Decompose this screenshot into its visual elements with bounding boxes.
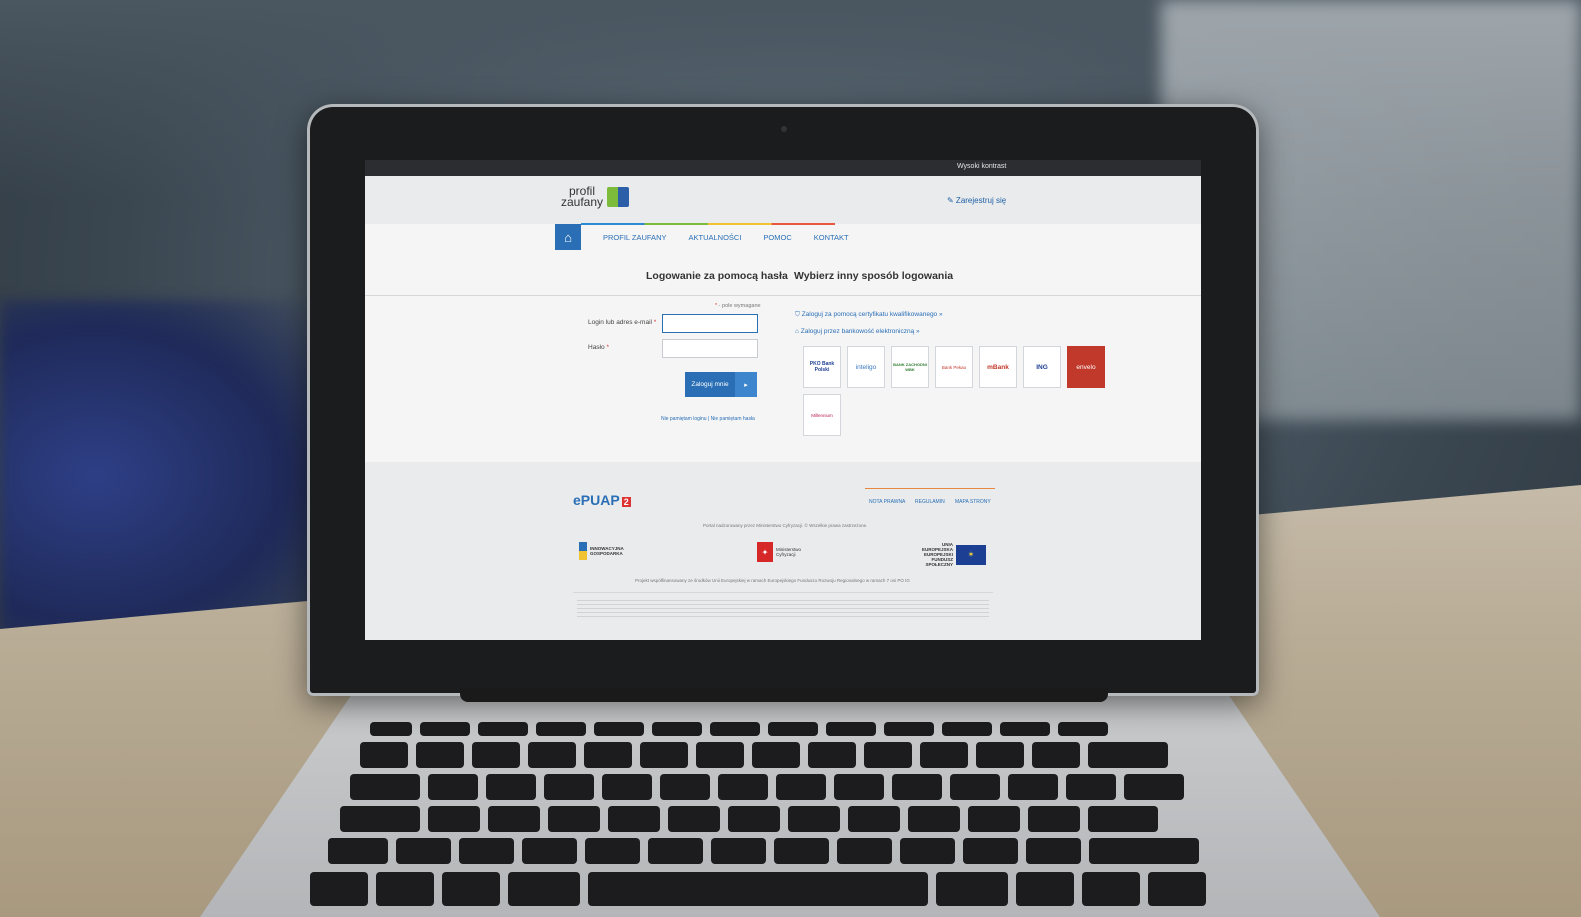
footer-link-nota-prawna[interactable]: NOTA PRAWNA bbox=[869, 499, 905, 505]
login-title: Logowanie za pomocą hasła bbox=[646, 270, 788, 282]
certificate-login-link[interactable]: ⛉ Zaloguj za pomocą certyfikatu kwalifik… bbox=[795, 311, 943, 319]
keyboard bbox=[300, 712, 1290, 917]
bank-icon: ⌂ bbox=[795, 328, 799, 335]
eagle-icon: ✦ bbox=[757, 542, 773, 562]
bank-login-link[interactable]: ⌂ Zaloguj przez bankowość elektroniczną … bbox=[795, 328, 920, 335]
bank-tile-ing[interactable]: ING bbox=[1023, 346, 1061, 388]
nav-item-aktualnosci[interactable]: AKTUALNOŚCI bbox=[688, 233, 741, 242]
bank-tile-bzwbk[interactable]: BANK ZACHODNI WBK bbox=[891, 346, 929, 388]
background-chair bbox=[0, 300, 320, 650]
alt-login-title: Wybierz inny sposób logowania bbox=[794, 270, 954, 282]
forgot-links[interactable]: Nie pamiętam loginu | Nie pamiętam hasła bbox=[661, 416, 755, 422]
eu-flag-icon: ✶ bbox=[956, 544, 986, 565]
login-button-label: Zaloguj mnie bbox=[691, 381, 729, 388]
epuap-logo[interactable]: ePUAP 2 bbox=[573, 492, 631, 508]
section-divider bbox=[365, 295, 1201, 296]
certificate-icon: ⛉ bbox=[795, 311, 800, 318]
home-icon: ⌂ bbox=[564, 229, 572, 245]
cofinancing-text: Projekt współfinansowany ze środków Unii… bbox=[635, 578, 910, 583]
register-link[interactable]: ✎ Zarejestruj się bbox=[947, 196, 1006, 205]
footer-accent-line bbox=[865, 488, 995, 489]
arrow-right-icon: ▸ bbox=[735, 372, 757, 397]
ministerstwo-cyfryzacji-logo: ✦ Ministerstwo Cyfryzacji bbox=[757, 542, 816, 562]
nav-item-pomoc[interactable]: POMOC bbox=[763, 233, 791, 242]
supervision-text: Portal nadzorowany przez Ministerstwo Cy… bbox=[703, 523, 868, 528]
footer-link-mapa-strony[interactable]: MAPA STRONY bbox=[955, 499, 991, 505]
bank-tile-pekao[interactable]: Bank Pekao bbox=[935, 346, 973, 388]
footer-fine-print bbox=[577, 600, 989, 618]
login-label: Login lub adres e-mail * bbox=[588, 319, 657, 326]
login-input[interactable] bbox=[662, 314, 758, 333]
password-label: Hasło * bbox=[588, 344, 609, 351]
high-contrast-link[interactable]: Wysoki kontrast bbox=[957, 163, 1006, 170]
laptop-screen: Wysoki kontrast profil zaufany ✎ Zarejes… bbox=[365, 160, 1201, 640]
header: profil zaufany ✎ Zarejestruj się bbox=[365, 176, 1201, 224]
bank-tile-inteligo[interactable]: inteligo bbox=[847, 346, 885, 388]
password-input[interactable] bbox=[662, 339, 758, 358]
required-note: * - pole wymagane bbox=[715, 303, 761, 309]
top-strip bbox=[365, 160, 1201, 176]
nav-item-profil-zaufany[interactable]: PROFIL ZAUFANY bbox=[603, 233, 666, 242]
bank-tile-millennium[interactable]: Millennium bbox=[803, 394, 841, 436]
bank-tile-envelo[interactable]: envelo bbox=[1067, 346, 1105, 388]
bank-tile-mbank[interactable]: mBank bbox=[979, 346, 1017, 388]
profil-zaufany-logo[interactable]: profil zaufany bbox=[561, 185, 630, 209]
footer-link-regulamin[interactable]: REGULAMIN bbox=[915, 499, 945, 505]
webcam bbox=[781, 126, 787, 132]
logo-mark-icon bbox=[607, 187, 630, 207]
innowacyjna-gospodarka-logo: INNOWACYJNA GOSPODARKA bbox=[579, 542, 636, 560]
logo-text-zaufany: zaufany bbox=[561, 195, 604, 209]
eu-logo: UNIA EUROPEJSKA EUROPEJSKI FUNDUSZ SPOŁE… bbox=[911, 542, 986, 567]
login-button[interactable]: Zaloguj mnie ▸ bbox=[685, 372, 757, 397]
footer-divider bbox=[573, 592, 993, 593]
home-button[interactable]: ⌂ bbox=[555, 224, 581, 250]
laptop-hinge bbox=[460, 688, 1108, 702]
main-nav: ⌂ PROFIL ZAUFANY AKTUALNOŚCI POMOC KONTA… bbox=[555, 224, 849, 250]
nav-item-kontakt[interactable]: KONTAKT bbox=[814, 233, 849, 242]
bank-tile-pko[interactable]: PKO Bank Polski bbox=[803, 346, 841, 388]
